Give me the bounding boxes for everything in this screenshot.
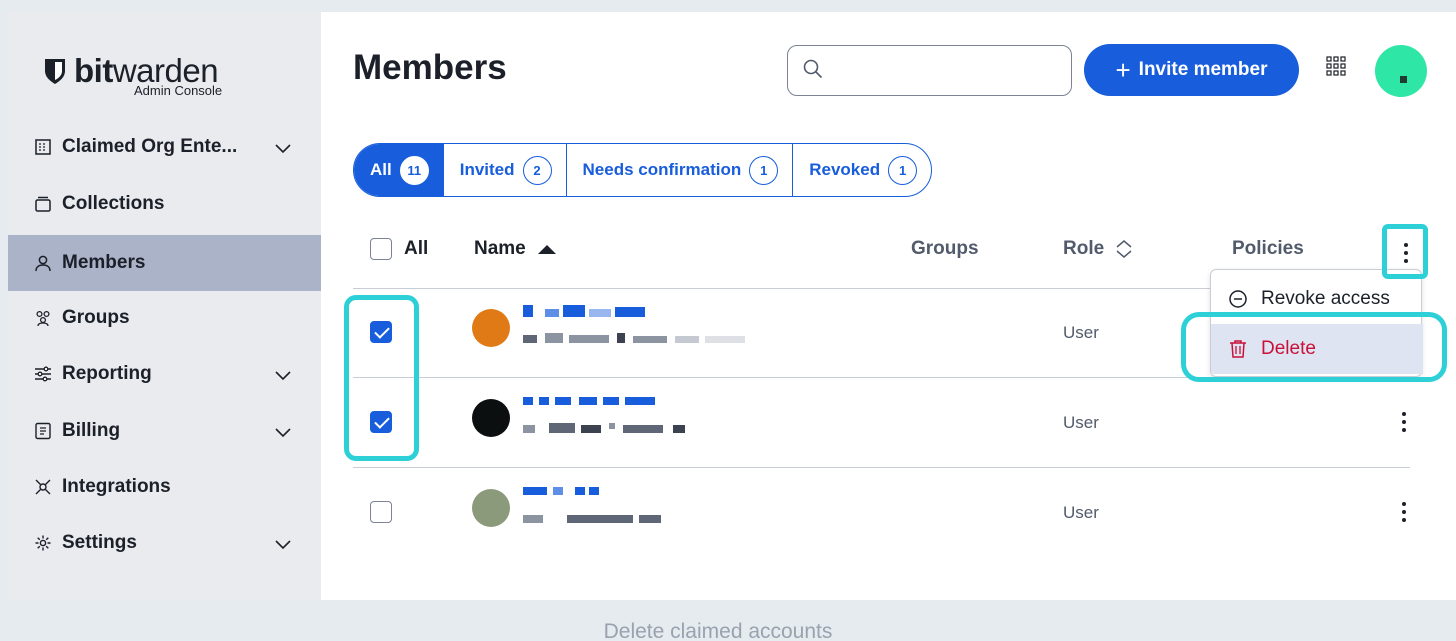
member-role: User xyxy=(1063,323,1099,342)
select-all-header[interactable]: All xyxy=(370,238,428,260)
member-avatar xyxy=(472,399,510,437)
shield-logo-icon xyxy=(45,58,65,84)
column-header-policies: Policies xyxy=(1232,238,1304,260)
redacted-member-name xyxy=(523,305,645,317)
user-icon xyxy=(33,253,53,273)
sidebar: bit warden Admin Console Claimed Org Ente… xyxy=(8,12,321,600)
count-badge: 11 xyxy=(399,155,429,185)
chevron-down-icon[interactable] xyxy=(272,533,294,555)
account-avatar[interactable] xyxy=(1375,45,1427,97)
search-icon xyxy=(803,59,823,79)
groups-icon xyxy=(33,308,53,328)
sidebar-item-members[interactable]: Members xyxy=(8,235,321,291)
row-options-kebab-icon[interactable] xyxy=(1398,499,1410,525)
sidebar-item-reporting[interactable]: Reporting xyxy=(8,346,321,402)
column-label: Role xyxy=(1063,238,1105,259)
trash-icon xyxy=(1230,340,1246,358)
member-avatar xyxy=(472,489,510,527)
count-badge: 1 xyxy=(749,155,779,185)
column-label: Name xyxy=(474,238,526,259)
sidebar-item-label: Claimed Org Ente... xyxy=(62,136,238,157)
invite-member-button[interactable]: + Invite member xyxy=(1084,44,1299,96)
select-all-label: All xyxy=(404,238,429,259)
row-checkbox[interactable] xyxy=(370,321,392,343)
row-checkbox[interactable] xyxy=(370,501,392,523)
tab-label: Needs confirmation xyxy=(582,160,742,179)
column-header-groups: Groups xyxy=(911,238,979,260)
brand-subtitle: Admin Console xyxy=(134,83,223,98)
column-header-name[interactable]: Name xyxy=(474,238,558,260)
menu-item-label: Delete xyxy=(1261,338,1316,359)
invite-member-label: Invite member xyxy=(1138,59,1268,80)
product-switcher-icon[interactable] xyxy=(1325,55,1347,77)
integrations-icon xyxy=(33,477,53,497)
column-label: Groups xyxy=(911,238,979,259)
sidebar-item-collections[interactable]: Collections xyxy=(8,176,321,232)
tab-all[interactable]: All 11 xyxy=(354,144,444,196)
sort-ascending-icon xyxy=(537,245,556,254)
app-frame: bit warden Admin Console Claimed Org Ente… xyxy=(8,12,1456,600)
collection-icon xyxy=(33,194,53,214)
row-options-kebab-icon[interactable] xyxy=(1398,409,1410,435)
caption: Delete claimed accounts xyxy=(603,620,833,641)
tab-revoked[interactable]: Revoked 1 xyxy=(793,144,931,196)
redacted-member-email xyxy=(523,423,685,433)
menu-item-label: Revoke access xyxy=(1261,288,1390,309)
bulk-actions-kebab-icon[interactable] xyxy=(1400,240,1412,266)
sidebar-item-label: Integrations xyxy=(62,476,171,497)
member-role: User xyxy=(1063,503,1099,522)
gear-icon xyxy=(33,533,53,553)
member-avatar xyxy=(472,309,510,347)
tab-needs-confirmation[interactable]: Needs confirmation 1 xyxy=(567,144,794,196)
sort-toggle-icon xyxy=(1116,240,1132,258)
redacted-member-name xyxy=(523,487,599,495)
tab-invited[interactable]: Invited 2 xyxy=(444,144,567,196)
table-row[interactable]: User xyxy=(353,378,1410,468)
column-label: Policies xyxy=(1232,238,1304,259)
sliders-icon xyxy=(33,364,53,384)
column-header-role[interactable]: Role xyxy=(1063,238,1134,260)
sidebar-item-billing[interactable]: Billing xyxy=(8,403,321,459)
menu-item-delete[interactable]: Delete xyxy=(1211,324,1423,374)
sidebar-item-integrations[interactable]: Integrations xyxy=(8,459,321,515)
row-checkbox[interactable] xyxy=(370,411,392,433)
brand-name-bold: bit xyxy=(74,52,113,89)
chevron-down-icon[interactable] xyxy=(272,137,294,159)
minus-circle-icon xyxy=(1229,290,1247,308)
redacted-member-name xyxy=(523,397,655,405)
chevron-down-icon[interactable] xyxy=(272,421,294,443)
member-status-tabs: All 11 Invited 2 Needs confirmation 1 Re… xyxy=(353,143,933,197)
select-all-checkbox[interactable] xyxy=(370,238,392,260)
building-icon xyxy=(33,137,53,157)
sidebar-item-organization[interactable]: Claimed Org Ente... xyxy=(8,119,321,175)
plus-icon: + xyxy=(1115,55,1131,85)
count-badge: 1 xyxy=(888,155,918,185)
tab-label: Revoked xyxy=(809,160,881,179)
count-badge: 2 xyxy=(522,155,552,185)
sidebar-item-label: Settings xyxy=(62,532,137,553)
redacted-member-email xyxy=(523,515,661,523)
table-row[interactable]: User xyxy=(353,468,1410,558)
tab-label: All xyxy=(370,160,392,179)
chevron-down-icon[interactable] xyxy=(272,364,294,386)
page-title: Members xyxy=(353,48,507,87)
sidebar-item-label: Groups xyxy=(62,307,130,328)
sidebar-item-settings[interactable]: Settings xyxy=(8,515,321,571)
search-input[interactable] xyxy=(787,45,1072,96)
bulk-actions-menu: Revoke access Delete xyxy=(1210,269,1423,377)
tab-label: Invited xyxy=(459,160,515,179)
menu-item-revoke-access[interactable]: Revoke access xyxy=(1211,274,1423,324)
sidebar-item-label: Reporting xyxy=(62,363,152,384)
member-role: User xyxy=(1063,413,1099,432)
sidebar-item-label: Billing xyxy=(62,420,121,441)
redacted-member-email xyxy=(523,333,745,343)
billing-icon xyxy=(33,421,53,441)
sidebar-item-label: Collections xyxy=(62,193,165,214)
sidebar-item-label: Members xyxy=(62,252,146,273)
sidebar-item-groups[interactable]: Groups xyxy=(8,290,321,346)
